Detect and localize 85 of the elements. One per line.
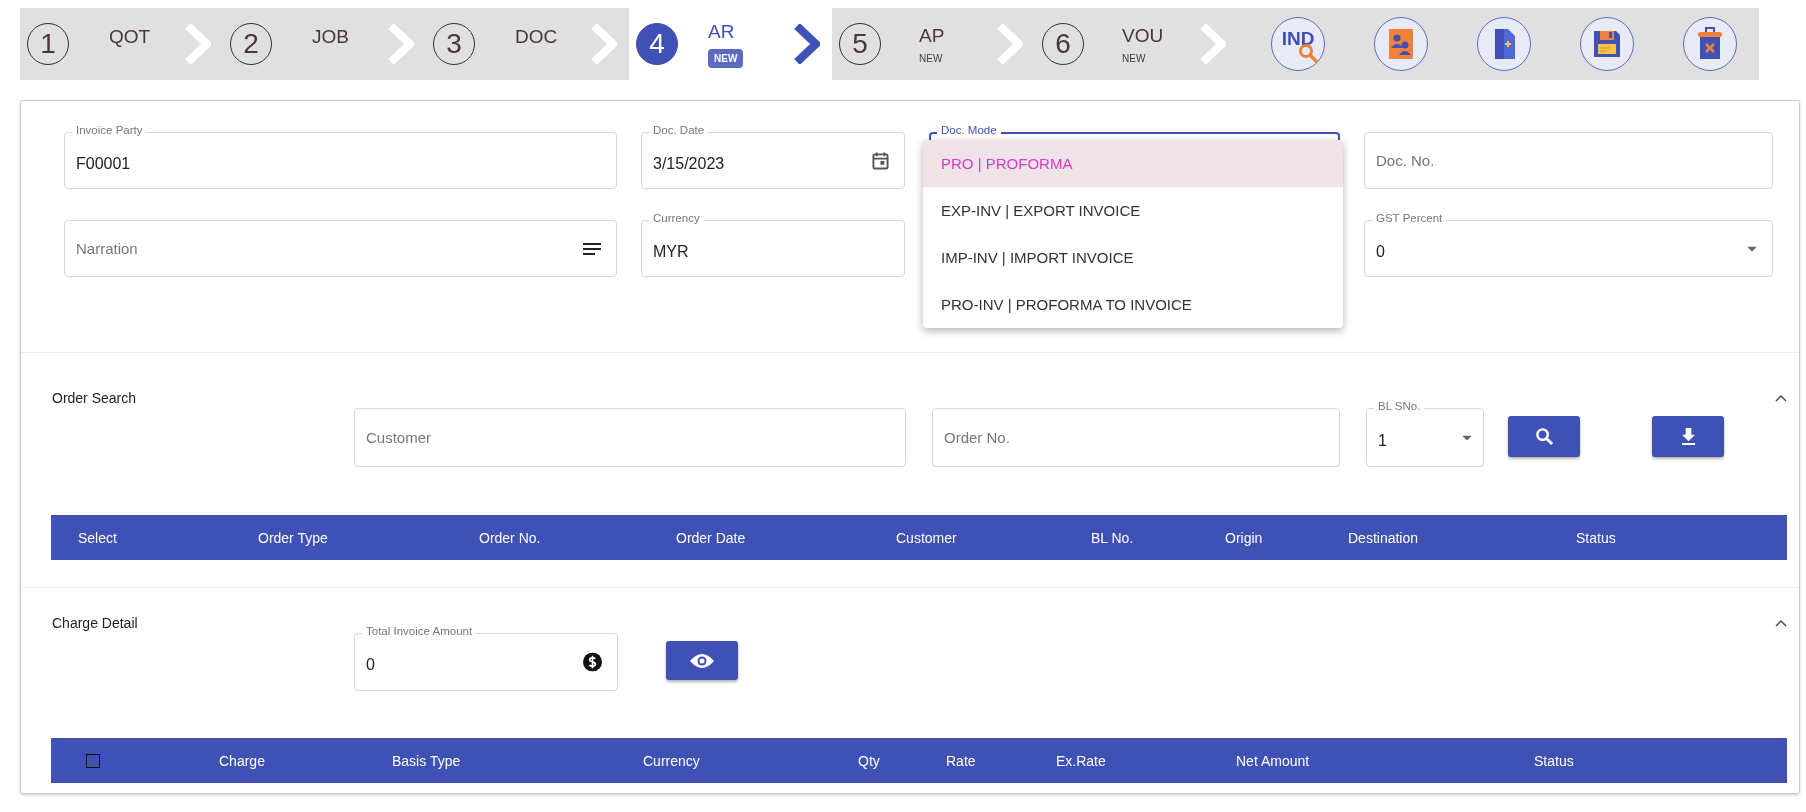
- save-button[interactable]: [1580, 17, 1634, 71]
- field-placeholder: Order No.: [944, 429, 1010, 446]
- input-field[interactable]: Currency MYR: [641, 212, 905, 277]
- new-badge: NEW: [708, 48, 744, 68]
- column-header: Status: [1576, 529, 1617, 546]
- field-placeholder: Customer: [366, 429, 432, 446]
- dropdown-arrow-icon[interactable]: [1747, 246, 1757, 251]
- new-label: NEW: [919, 52, 943, 64]
- field-label: Doc. Mode: [937, 124, 1001, 136]
- collapse-icon[interactable]: [1775, 619, 1787, 627]
- field-value: 1: [1378, 431, 1387, 450]
- step-tab[interactable]: 4 AR NEW: [629, 8, 832, 80]
- column-header: Rate: [946, 752, 977, 769]
- index-search-button[interactable]: IND: [1271, 17, 1325, 71]
- lines-icon: [583, 242, 601, 255]
- field-value: 0: [366, 656, 375, 674]
- step-label: DOC: [515, 26, 558, 48]
- select-all-checkbox[interactable]: [86, 753, 100, 768]
- input-field[interactable]: Invoice Party F00001: [64, 124, 617, 189]
- narration-field[interactable]: Narration: [64, 212, 617, 277]
- column-header: Order No.: [479, 529, 542, 546]
- step-tab[interactable]: 3 DOC: [426, 8, 629, 80]
- field-label: Invoice Party: [72, 124, 147, 136]
- step-tab[interactable]: 5 AP NEW: [832, 8, 1035, 80]
- column-header: Ex.Rate: [1056, 752, 1107, 769]
- dollar-icon: [583, 652, 602, 672]
- dropdown-option[interactable]: IMP-INV | IMPORT INVOICE: [923, 234, 1343, 281]
- step-label: AR: [708, 20, 735, 43]
- delete-button[interactable]: [1683, 17, 1737, 71]
- date-field[interactable]: Doc. Date 3/15/2023: [641, 124, 905, 189]
- column-header: Destination: [1348, 529, 1420, 546]
- field-label: GST Percent: [1372, 212, 1447, 224]
- select-field[interactable]: GST Percent 0: [1364, 212, 1773, 277]
- column-header: Order Type: [258, 529, 329, 546]
- new-label: NEW: [1122, 52, 1146, 64]
- field-value: MYR: [653, 242, 689, 261]
- input-field[interactable]: Doc. No.: [1364, 124, 1773, 189]
- field-placeholder: Narration: [76, 240, 138, 257]
- step-number: 4: [636, 23, 678, 65]
- calendar-icon[interactable]: [872, 151, 889, 170]
- column-header: BL No.: [1091, 529, 1135, 546]
- column-header: Select: [78, 529, 118, 546]
- column-header: Order Date: [676, 529, 747, 546]
- step-tab[interactable]: 1 QOT: [20, 8, 223, 80]
- view-button[interactable]: [666, 641, 738, 680]
- column-header: Customer: [896, 529, 958, 546]
- search-button[interactable]: [1508, 416, 1580, 457]
- field-label: Doc. Date: [649, 124, 709, 136]
- step-label: JOB: [312, 26, 349, 48]
- column-header: Origin: [1225, 529, 1264, 546]
- field-label: Total Invoice Amount: [362, 625, 477, 637]
- step-tab[interactable]: 2 JOB: [223, 8, 426, 80]
- field-label: Currency: [649, 212, 704, 224]
- field-value: 0: [1376, 242, 1385, 261]
- dropdown-option[interactable]: EXP-INV | EXPORT INVOICE: [923, 187, 1343, 234]
- section-title: Charge Detail: [52, 615, 138, 631]
- customer-field[interactable]: Customer: [354, 400, 906, 467]
- column-header: Qty: [858, 752, 881, 769]
- field-value: F00001: [76, 154, 131, 173]
- amount-field[interactable]: Total Invoice Amount 0: [354, 625, 618, 691]
- dropdown-option[interactable]: PRO-INV | PROFORMA TO INVOICE: [923, 281, 1343, 328]
- field-placeholder: Doc. No.: [1376, 152, 1435, 169]
- field-label: BL SNo.: [1374, 400, 1425, 412]
- field-value: 3/15/2023: [653, 154, 725, 173]
- collapse-icon[interactable]: [1775, 394, 1787, 402]
- eye-icon: [690, 652, 714, 669]
- column-header: Charge: [219, 752, 266, 769]
- select-field[interactable]: BL SNo. 1: [1366, 400, 1484, 467]
- new-document-button[interactable]: [1477, 17, 1531, 71]
- step-label: QOT: [109, 26, 151, 48]
- download-button[interactable]: [1652, 416, 1724, 457]
- column-header: Status: [1534, 752, 1575, 769]
- search-icon: [1534, 427, 1554, 446]
- column-header: Currency: [643, 752, 701, 769]
- column-header: Basis Type: [392, 752, 462, 769]
- step-label: VOU: [1122, 24, 1164, 47]
- step-tab[interactable]: 6 VOU NEW: [1035, 8, 1238, 80]
- dropdown-arrow-icon[interactable]: [1462, 435, 1472, 440]
- magnifier-icon: [1298, 43, 1318, 63]
- column-header: Net Amount: [1236, 752, 1311, 769]
- download-icon: [1680, 428, 1696, 445]
- contacts-button[interactable]: [1374, 17, 1428, 71]
- order-no-field[interactable]: Order No.: [932, 400, 1340, 467]
- section-title: Order Search: [52, 390, 137, 406]
- step-label: AP: [919, 24, 945, 47]
